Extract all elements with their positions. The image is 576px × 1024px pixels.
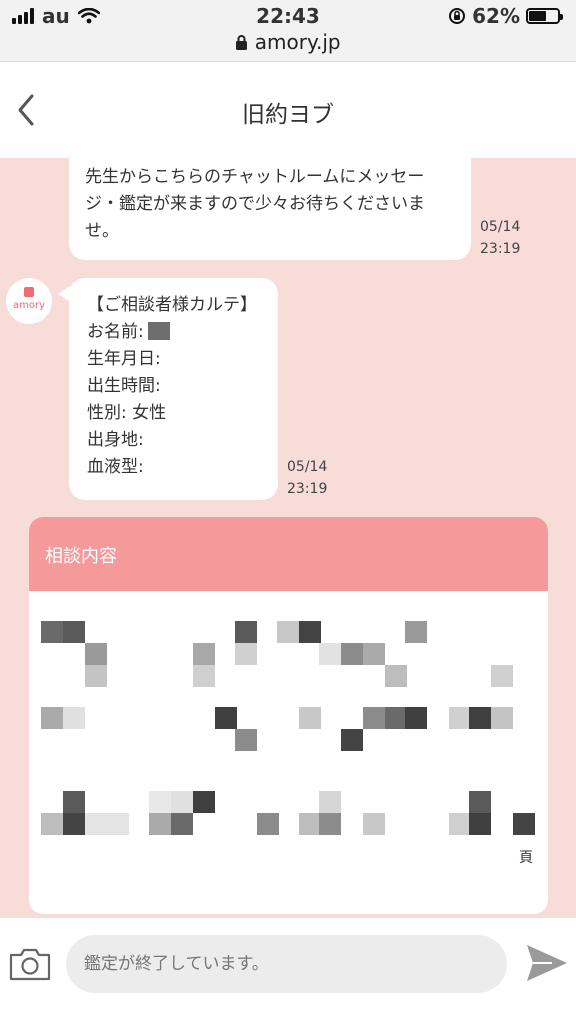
redaction-tile xyxy=(171,791,193,813)
redaction-tile xyxy=(491,707,513,729)
redacted-content xyxy=(29,591,548,914)
redaction-tile xyxy=(63,621,85,643)
redaction-tile xyxy=(341,643,363,665)
redaction-tile xyxy=(215,707,237,729)
redaction-tile xyxy=(319,791,341,813)
redaction-tile xyxy=(363,707,385,729)
redaction-tile xyxy=(41,707,63,729)
karte-field-name: お名前: xyxy=(87,319,260,346)
send-icon[interactable] xyxy=(524,942,570,984)
redaction-tile xyxy=(469,791,491,813)
timestamp-time: 23:19 xyxy=(287,481,328,497)
url-bar[interactable]: amory.jp xyxy=(0,30,576,54)
redaction-tile xyxy=(405,707,427,729)
redaction-tile xyxy=(363,813,385,835)
timestamp-date: 05/14 xyxy=(287,459,328,475)
redaction-tile xyxy=(193,791,215,813)
redaction-tile xyxy=(149,813,171,835)
redaction-tile xyxy=(85,643,107,665)
karte-field-bloodtype: 血液型: xyxy=(87,457,144,477)
redaction-tile xyxy=(405,621,427,643)
message-bubble: 先生からこちらのチャットルームにメッセージ・鑑定が来ますので少々お待ちくださいま… xyxy=(69,150,471,260)
consultation-card: 相談内容 頁 xyxy=(29,517,548,914)
redaction-tile xyxy=(469,707,491,729)
redaction-tile xyxy=(235,729,257,751)
redaction-tile xyxy=(107,813,129,835)
redaction-tile xyxy=(469,813,491,835)
status-bar: au 22:43 amory.jp 62% xyxy=(0,0,576,62)
redaction-tile xyxy=(63,707,85,729)
redaction-tile xyxy=(171,813,193,835)
redaction-tile xyxy=(149,791,171,813)
karte-heading: 【ご相談者様カルテ】 xyxy=(87,295,257,315)
message-bubble-karte: 【ご相談者様カルテ】 お名前: 生年月日: 出生時間: 性別: 女性 出身地: … xyxy=(69,278,278,500)
redaction-tile xyxy=(235,621,257,643)
redaction-tile xyxy=(63,813,85,835)
redaction-tile xyxy=(449,707,471,729)
redaction-tile xyxy=(41,813,63,835)
message-input[interactable] xyxy=(66,935,507,993)
redaction-tile xyxy=(63,791,85,813)
redaction-tile xyxy=(193,643,215,665)
redaction-tile xyxy=(193,665,215,687)
timestamp-date: 05/14 xyxy=(480,219,521,235)
redaction-tile xyxy=(299,621,321,643)
redaction-tile xyxy=(85,665,107,687)
chat-header: 旧約ヨブ xyxy=(0,62,576,158)
karte-field-gender: 性別: 女性 xyxy=(87,403,167,423)
camera-icon[interactable] xyxy=(8,946,52,982)
url-text: amory.jp xyxy=(254,30,341,54)
rotation-lock-icon xyxy=(449,8,466,24)
redaction-tile xyxy=(341,729,363,751)
avatar: amory xyxy=(6,278,52,324)
redaction-tile xyxy=(363,643,385,665)
redaction-tile xyxy=(277,621,299,643)
redaction-tile xyxy=(319,813,341,835)
redaction-tile xyxy=(491,665,513,687)
redaction-tile xyxy=(385,665,407,687)
redaction-tile xyxy=(299,707,321,729)
amory-logo-icon xyxy=(24,287,34,297)
message-timestamp: 05/14 23:19 xyxy=(287,456,327,500)
redaction-tile xyxy=(385,707,407,729)
avatar-label: amory xyxy=(12,300,46,311)
redaction-tile xyxy=(85,813,107,835)
redaction-tile xyxy=(41,621,63,643)
redaction-tile xyxy=(513,813,535,835)
battery-icon xyxy=(526,8,563,24)
redaction-tile xyxy=(235,643,257,665)
consultation-card-header: 相談内容 xyxy=(29,517,548,591)
karte-field-birthdate: 生年月日: xyxy=(87,349,161,369)
page-title: 旧約ヨブ xyxy=(242,102,334,128)
redaction-tile xyxy=(449,813,471,835)
redacted-block xyxy=(147,322,170,340)
karte-field-birthplace: 出身地: xyxy=(87,430,144,450)
timestamp-time: 23:19 xyxy=(480,241,521,257)
consultation-card-title: 相談内容 xyxy=(45,546,117,567)
message-timestamp: 05/14 23:19 xyxy=(480,216,520,260)
redaction-tile xyxy=(319,643,341,665)
trailing-char: 頁 xyxy=(519,850,533,866)
lock-icon xyxy=(236,35,248,50)
message-text: 先生からこちらのチャットルームにメッセージ・鑑定が来ますので少々お待ちくださいま… xyxy=(85,167,425,241)
battery-percent: 62% xyxy=(472,4,520,28)
karte-field-birthtime: 出生時間: xyxy=(87,376,161,396)
status-right: 62% xyxy=(448,4,563,28)
redaction-tile xyxy=(299,813,321,835)
redaction-tile xyxy=(257,813,279,835)
